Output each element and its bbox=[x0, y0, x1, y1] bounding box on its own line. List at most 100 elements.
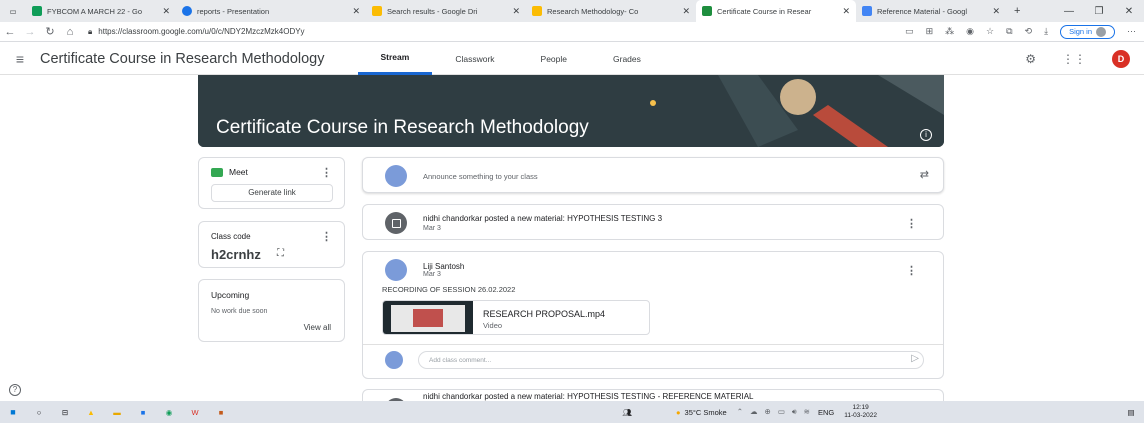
cloud-icon[interactable]: ☁ bbox=[750, 407, 758, 417]
new-tab-button[interactable]: + bbox=[1006, 5, 1020, 17]
classroom-icon bbox=[702, 6, 712, 16]
task-view-icon[interactable]: ⊟ bbox=[52, 401, 78, 423]
browser-tab[interactable]: Research Methodology- Co ✕ bbox=[526, 0, 696, 22]
classroom-header: ≡ Certificate Course in Research Methodo… bbox=[0, 43, 1144, 75]
app-icon[interactable]: ⊞ bbox=[926, 26, 934, 37]
course-tabs: Stream Classwork People Grades bbox=[357, 43, 664, 75]
repost-icon[interactable]: ⇄ bbox=[920, 168, 929, 181]
divider bbox=[363, 344, 943, 345]
close-tab-icon[interactable]: ✕ bbox=[986, 6, 1000, 17]
post-body: RECORDING OF SESSION 26.02.2022 bbox=[382, 285, 516, 294]
refresh-icon[interactable]: ↻ bbox=[40, 25, 60, 38]
browser-tab[interactable]: Search results - Google Dri ✕ bbox=[366, 0, 526, 22]
user-avatar-small bbox=[385, 165, 407, 187]
post-options-icon[interactable]: ⋮ bbox=[906, 264, 917, 277]
comment-input[interactable]: Add class comment... bbox=[418, 351, 924, 369]
wifi-icon[interactable]: ≋ bbox=[804, 407, 810, 417]
forward-icon[interactable]: → bbox=[20, 26, 40, 38]
lock-icon: 🔒︎ bbox=[88, 26, 93, 36]
close-window-icon[interactable]: ✕ bbox=[1114, 6, 1144, 17]
post-author: Liji Santosh bbox=[423, 262, 465, 271]
network-icon[interactable]: ⊕ bbox=[765, 407, 771, 417]
close-tab-icon[interactable]: ✕ bbox=[506, 6, 520, 17]
browser-tab-active[interactable]: Certificate Course in Resear ✕ bbox=[696, 0, 856, 22]
volume-icon[interactable]: 🔊︎ bbox=[792, 407, 797, 417]
sign-in-button[interactable]: Sign in bbox=[1060, 24, 1115, 39]
material-icon bbox=[385, 212, 407, 234]
collections-icon[interactable]: ⧉ bbox=[1006, 26, 1012, 37]
clock-date: 11-03-2022 bbox=[844, 412, 877, 419]
tab-stream[interactable]: Stream bbox=[357, 43, 433, 75]
language-indicator[interactable]: ENG bbox=[818, 408, 834, 417]
attachment-type: Video bbox=[483, 321, 503, 330]
tab-actions-icon[interactable]: ▭ bbox=[0, 0, 26, 22]
main-menu-icon[interactable]: ≡ bbox=[0, 51, 40, 67]
downloads-icon[interactable]: ⤓ bbox=[1044, 26, 1048, 37]
close-tab-icon[interactable]: ✕ bbox=[346, 6, 360, 17]
apps-grid-icon[interactable]: ⋮⋮ bbox=[1062, 52, 1086, 66]
fullscreen-icon[interactable]: ⛶ bbox=[277, 248, 284, 259]
tab-label: reports - Presentation bbox=[197, 6, 270, 16]
window-controls: — ❐ ✕ bbox=[1054, 6, 1144, 17]
read-aloud-icon[interactable]: ▭ bbox=[905, 26, 914, 37]
people-icon[interactable]: 👥︎ bbox=[614, 401, 640, 423]
browser-tab[interactable]: FYBCOM A MARCH 22 - Go ✕ bbox=[26, 0, 176, 22]
clock[interactable]: 12:19 11-03-2022 bbox=[844, 404, 877, 420]
powerpoint-icon[interactable]: ■ bbox=[208, 401, 234, 423]
edge-icon[interactable]: ◉ bbox=[156, 401, 182, 423]
back-icon[interactable]: ← bbox=[0, 26, 20, 38]
generate-link-button[interactable]: Generate link bbox=[211, 184, 333, 202]
tab-grades[interactable]: Grades bbox=[590, 43, 664, 75]
url-field[interactable]: 🔒︎ https://classroom.google.com/u/0/c/NDY… bbox=[88, 27, 588, 37]
header-actions: ⚙ ⋮⋮ D bbox=[1025, 49, 1144, 68]
close-tab-icon[interactable]: ✕ bbox=[156, 6, 170, 17]
restore-icon[interactable]: ❐ bbox=[1084, 6, 1114, 17]
close-tab-icon[interactable]: ✕ bbox=[836, 6, 850, 17]
favorite-icon[interactable]: ☆ bbox=[986, 26, 994, 37]
more-icon[interactable]: ⋯ bbox=[1127, 26, 1136, 37]
weather-icon: ● bbox=[676, 407, 681, 417]
post-title[interactable]: nidhi chandorkar posted a new material: … bbox=[423, 214, 662, 223]
tab-label: Research Methodology- Co bbox=[547, 6, 639, 16]
user-avatar[interactable]: D bbox=[1112, 49, 1130, 68]
search-icon[interactable]: ○ bbox=[26, 401, 52, 423]
help-icon[interactable]: ? bbox=[9, 384, 21, 396]
send-icon[interactable]: ▷ bbox=[911, 353, 919, 364]
tab-classwork[interactable]: Classwork bbox=[432, 43, 517, 75]
windows-start-icon[interactable]: ■ bbox=[0, 401, 26, 423]
author-avatar bbox=[385, 259, 407, 281]
show-hidden-icon[interactable]: ⌃ bbox=[737, 407, 743, 417]
extension-icon[interactable]: ◉ bbox=[966, 26, 974, 37]
upcoming-title: Upcoming bbox=[211, 290, 250, 300]
weather-text: 35°C Smoke bbox=[684, 407, 727, 417]
announce-placeholder[interactable]: Announce something to your class bbox=[423, 172, 538, 181]
app-icon[interactable]: ■ bbox=[130, 401, 156, 423]
info-icon[interactable]: i bbox=[920, 129, 932, 141]
browser-tab[interactable]: reports - Presentation ✕ bbox=[176, 0, 366, 22]
post-options-icon[interactable]: ⋮ bbox=[906, 217, 917, 230]
post-title[interactable]: nidhi chandorkar posted a new material: … bbox=[423, 392, 753, 401]
home-icon[interactable]: ⌂ bbox=[60, 26, 80, 38]
translate-icon[interactable]: ⁂ bbox=[945, 26, 954, 37]
post-announcement: Liji Santosh Mar 3 ⋮ RECORDING OF SESSIO… bbox=[362, 251, 944, 379]
class-code-options-icon[interactable]: ⋮ bbox=[321, 230, 332, 243]
video-attachment[interactable]: RESEARCH PROPOSAL.mp4 Video bbox=[382, 300, 650, 335]
close-tab-icon[interactable]: ✕ bbox=[676, 6, 690, 17]
weather-widget[interactable]: ● 35°C Smoke bbox=[676, 408, 727, 417]
notifications-icon[interactable]: ▤ bbox=[1118, 401, 1144, 423]
post-material[interactable]: nidhi chandorkar posted a new material: … bbox=[362, 204, 944, 240]
tab-people[interactable]: People bbox=[518, 43, 590, 75]
course-title[interactable]: Certificate Course in Research Methodolo… bbox=[40, 51, 325, 67]
view-all-link[interactable]: View all bbox=[304, 323, 331, 332]
battery-icon[interactable]: ▭ bbox=[778, 407, 785, 417]
file-explorer-icon[interactable]: ▬ bbox=[104, 401, 130, 423]
settings-icon[interactable]: ⚙ bbox=[1025, 52, 1036, 66]
announce-card[interactable]: Announce something to your class ⇄ bbox=[362, 157, 944, 193]
wps-icon[interactable]: W bbox=[182, 401, 208, 423]
browser-tab[interactable]: Reference Material - Googl ✕ bbox=[856, 0, 1006, 22]
post-date: Mar 3 bbox=[423, 225, 441, 232]
minimize-icon[interactable]: — bbox=[1054, 6, 1084, 17]
history-icon[interactable]: ⟲ bbox=[1025, 26, 1033, 37]
drive-taskbar-icon[interactable]: ▲ bbox=[78, 401, 104, 423]
meet-options-icon[interactable]: ⋮ bbox=[321, 166, 332, 179]
